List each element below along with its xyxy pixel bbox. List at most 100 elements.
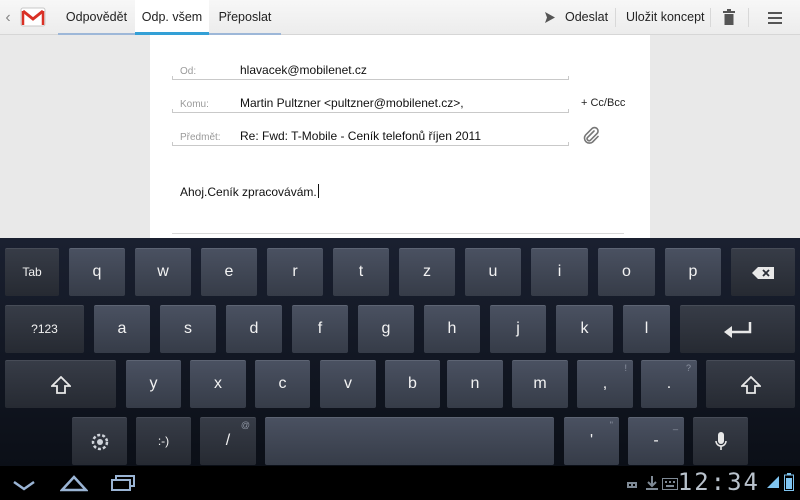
back-chevron-icon[interactable]: ‹ bbox=[2, 9, 14, 27]
tab-reply[interactable]: Odpovědět bbox=[58, 0, 135, 35]
key-symbols[interactable]: ?123 bbox=[5, 305, 84, 353]
key-j[interactable]: j bbox=[490, 305, 546, 353]
key-shift-left[interactable] bbox=[5, 360, 116, 408]
tab-reply-label: Odpovědět bbox=[65, 10, 128, 24]
clock[interactable]: 12:34 bbox=[678, 468, 760, 496]
download-icon bbox=[645, 475, 659, 496]
key-period-hint: ? bbox=[685, 363, 691, 373]
key-r[interactable]: r bbox=[267, 248, 323, 296]
key-n[interactable]: n bbox=[447, 360, 503, 408]
gmail-logo-icon[interactable] bbox=[20, 6, 46, 28]
field-underline bbox=[172, 109, 569, 113]
key-g[interactable]: g bbox=[358, 305, 414, 353]
key-period-label: . bbox=[666, 375, 672, 392]
key-k[interactable]: k bbox=[556, 305, 613, 353]
key-l[interactable]: l bbox=[623, 305, 670, 353]
key-o[interactable]: o bbox=[598, 248, 655, 296]
message-body[interactable]: Ahoj.Ceník zpracovávám. bbox=[180, 184, 319, 199]
key-y[interactable]: y bbox=[126, 360, 181, 408]
divider bbox=[748, 8, 749, 27]
hide-keyboard-icon[interactable] bbox=[12, 478, 36, 496]
key-c[interactable]: c bbox=[255, 360, 310, 408]
attachment-icon[interactable] bbox=[582, 126, 600, 149]
tab-forward-label: Přeposlat bbox=[218, 10, 272, 24]
key-a[interactable]: a bbox=[94, 305, 150, 353]
message-body-text: Ahoj.Ceník zpracovávám. bbox=[180, 185, 317, 199]
key-backspace[interactable] bbox=[731, 248, 795, 296]
key-i[interactable]: i bbox=[531, 248, 588, 296]
key-d[interactable]: d bbox=[226, 305, 282, 353]
key-x[interactable]: x bbox=[190, 360, 246, 408]
key-p[interactable]: p bbox=[665, 248, 721, 296]
key-f[interactable]: f bbox=[292, 305, 348, 353]
key-apostrophe-label: ' bbox=[589, 432, 594, 449]
action-bar: ‹ Odpovědět Odp. všem Přeposlat Odeslat … bbox=[0, 0, 800, 35]
shift-icon bbox=[740, 375, 761, 394]
key-dash-hint: _ bbox=[672, 420, 678, 430]
key-dash-label: - bbox=[653, 432, 659, 449]
backspace-icon bbox=[752, 266, 774, 279]
overflow-menu-icon[interactable] bbox=[768, 11, 782, 29]
tab-reply-all-label: Odp. všem bbox=[141, 10, 203, 24]
key-h[interactable]: h bbox=[424, 305, 480, 353]
text-cursor bbox=[317, 184, 319, 198]
key-voice[interactable] bbox=[693, 417, 748, 465]
field-underline bbox=[172, 76, 569, 80]
from-field[interactable]: hlavacek@mobilenet.cz bbox=[240, 63, 367, 77]
recent-apps-icon[interactable] bbox=[110, 475, 136, 496]
key-comma[interactable]: , ! bbox=[577, 360, 633, 408]
key-slash-hint: @ bbox=[240, 420, 250, 430]
key-space[interactable] bbox=[265, 417, 554, 465]
enter-icon bbox=[723, 321, 751, 338]
soft-keyboard: Tab q w e r t z u i o p ?123 a s d f g h… bbox=[0, 238, 800, 466]
usb-icon bbox=[626, 478, 638, 496]
from-label: Od: bbox=[180, 66, 197, 77]
key-smiley[interactable]: :-) bbox=[136, 417, 191, 465]
key-tab[interactable]: Tab bbox=[5, 248, 59, 296]
send-button[interactable]: Odeslat bbox=[565, 0, 608, 35]
key-slash[interactable]: / @ bbox=[200, 417, 256, 465]
home-icon[interactable] bbox=[59, 474, 89, 497]
field-underline bbox=[172, 142, 569, 146]
key-u[interactable]: u bbox=[465, 248, 521, 296]
key-enter[interactable] bbox=[680, 305, 795, 353]
key-q[interactable]: q bbox=[69, 248, 125, 296]
cc-bcc-button[interactable]: + Cc/Bcc bbox=[581, 97, 625, 109]
save-draft-button[interactable]: Uložit koncept bbox=[626, 0, 705, 35]
key-comma-hint: ! bbox=[624, 363, 627, 373]
key-period[interactable]: . ? bbox=[641, 360, 697, 408]
keyboard-icon bbox=[662, 477, 678, 495]
key-t[interactable]: t bbox=[333, 248, 389, 296]
to-label: Komu: bbox=[180, 99, 209, 110]
key-apostrophe-hint: " bbox=[609, 420, 613, 430]
key-e[interactable]: e bbox=[201, 248, 257, 296]
subject-field[interactable]: Re: Fwd: T-Mobile - Ceník telefonů říjen… bbox=[240, 129, 481, 143]
key-settings[interactable] bbox=[72, 417, 127, 465]
mic-icon bbox=[714, 431, 727, 450]
divider bbox=[615, 8, 616, 27]
body-divider bbox=[172, 233, 624, 234]
key-w[interactable]: w bbox=[135, 248, 191, 296]
settings-icon bbox=[91, 433, 108, 450]
key-dash[interactable]: - _ bbox=[628, 417, 684, 465]
key-comma-label: , bbox=[602, 375, 608, 392]
key-m[interactable]: m bbox=[512, 360, 568, 408]
key-s[interactable]: s bbox=[160, 305, 216, 353]
divider bbox=[710, 8, 711, 27]
battery-icon bbox=[784, 473, 794, 496]
key-v[interactable]: v bbox=[320, 360, 376, 408]
to-field[interactable]: Martin Pultzner <pultzner@mobilenet.cz>, bbox=[240, 96, 464, 110]
key-shift-right[interactable] bbox=[706, 360, 795, 408]
shift-icon bbox=[50, 375, 71, 394]
system-bar: 12:34 bbox=[0, 466, 800, 500]
key-apostrophe[interactable]: ' " bbox=[564, 417, 619, 465]
tab-underline bbox=[58, 33, 135, 35]
key-z[interactable]: z bbox=[399, 248, 455, 296]
key-slash-label: / bbox=[225, 432, 231, 449]
key-b[interactable]: b bbox=[385, 360, 440, 408]
tab-reply-all[interactable]: Odp. všem bbox=[135, 0, 209, 35]
send-icon[interactable] bbox=[544, 11, 556, 29]
trash-icon[interactable] bbox=[723, 9, 735, 30]
tab-forward[interactable]: Přeposlat bbox=[209, 0, 281, 35]
wifi-icon bbox=[766, 474, 780, 495]
